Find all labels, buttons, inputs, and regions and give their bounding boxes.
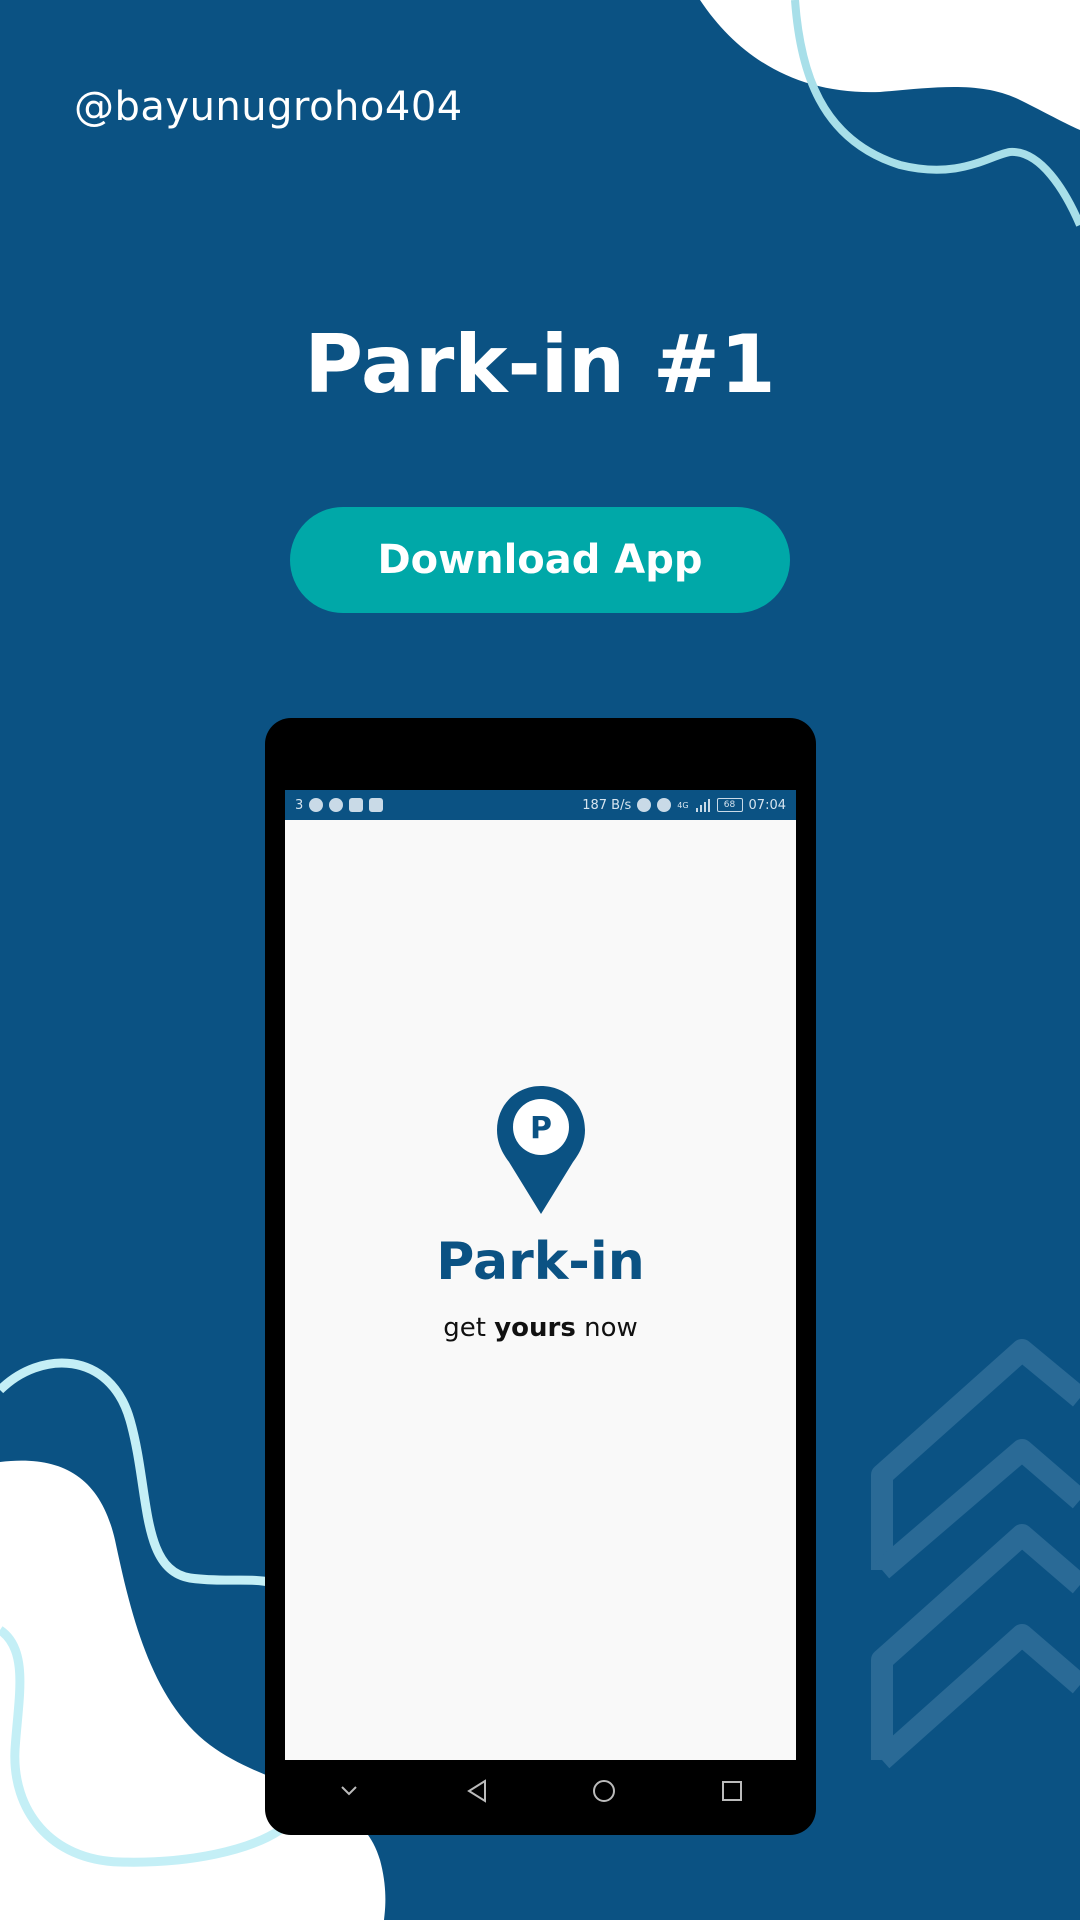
- status-time: 07:04: [748, 797, 786, 813]
- spotify-icon: [309, 798, 324, 812]
- nav-back-button[interactable]: [457, 1771, 497, 1811]
- signal-icon: [695, 799, 710, 812]
- phone-mockup: 3 187 B/s 4G 68 07:04 P Park-in get your…: [265, 718, 816, 1835]
- eye-icon: [657, 798, 672, 812]
- nav-recents-button[interactable]: [712, 1771, 752, 1811]
- app-name: Park-in: [436, 1232, 645, 1292]
- page-title: Park-in #1: [304, 318, 776, 411]
- nav-hide-button[interactable]: [329, 1771, 369, 1811]
- chevron-down-icon: [341, 1786, 357, 1796]
- home-icon: [593, 1780, 616, 1802]
- logo-letter: P: [530, 1111, 552, 1146]
- chevron-pattern: [871, 1339, 1080, 1769]
- phone-screen: 3 187 B/s 4G 68 07:04 P Park-in get your…: [285, 790, 796, 1760]
- gmail-icon: [349, 798, 364, 812]
- author-handle: @bayunugroho404: [74, 84, 463, 130]
- network-speed: 187 B/s: [582, 797, 632, 813]
- download-app-button[interactable]: Download App: [290, 507, 790, 613]
- recents-icon: [722, 1781, 743, 1801]
- android-nav-bar: [285, 1760, 796, 1822]
- android-icon: [329, 798, 344, 812]
- hotspot-icon: [637, 798, 652, 812]
- notification-count: 3: [295, 797, 304, 813]
- parking-pin-icon: P: [497, 1086, 585, 1214]
- top-right-blob: [700, 0, 1080, 130]
- app-tagline: get yours now: [443, 1313, 638, 1343]
- nav-home-button[interactable]: [584, 1771, 624, 1811]
- back-icon: [466, 1779, 486, 1803]
- mail-icon: [369, 798, 384, 812]
- status-bar: 3 187 B/s 4G 68 07:04: [285, 790, 796, 820]
- battery-icon: 68: [716, 798, 743, 812]
- tagline-highlight: yours: [494, 1313, 576, 1343]
- network-type: 4G: [677, 800, 689, 810]
